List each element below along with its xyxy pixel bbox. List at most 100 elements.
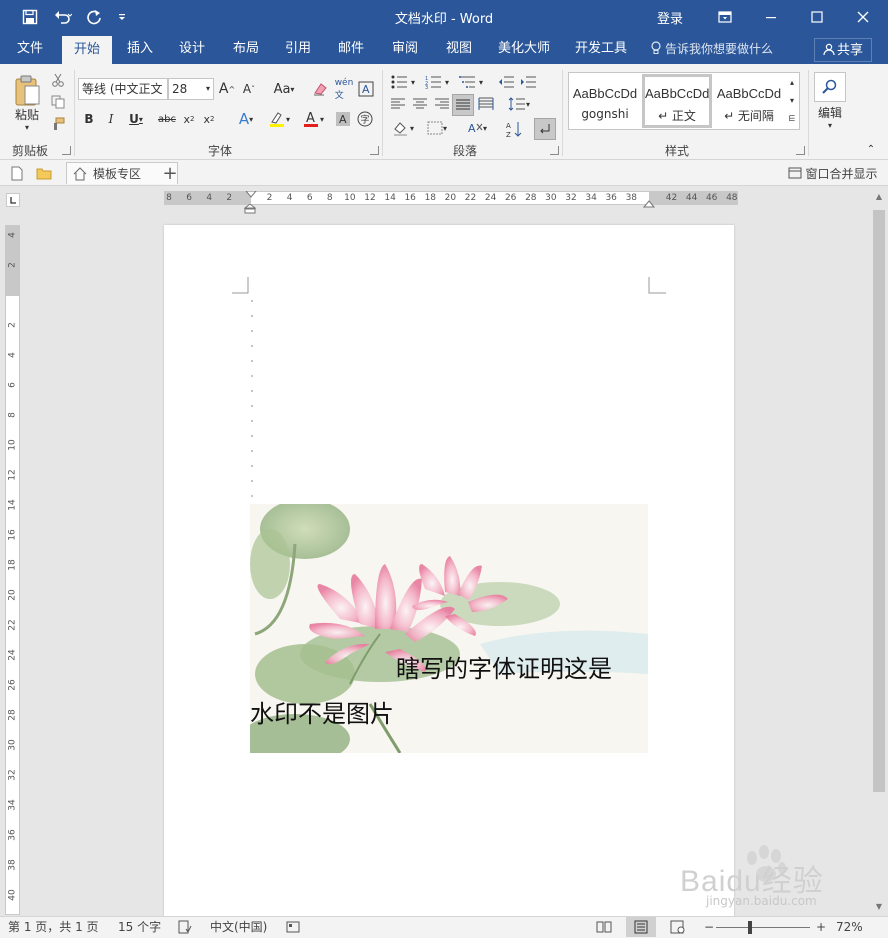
signin-link[interactable]: 登录 [650, 6, 690, 28]
enclose-characters-icon[interactable]: 字 [356, 108, 374, 130]
shrink-font-icon[interactable]: Aˇ [240, 78, 258, 100]
tab-file[interactable]: 文件 [8, 34, 52, 64]
document-text-line[interactable]: 水印不是图片 [250, 694, 394, 729]
sort-icon[interactable]: AZ [504, 118, 526, 140]
tab-home[interactable]: 开始 [62, 36, 112, 64]
font-dialog-launcher-icon[interactable] [370, 146, 379, 155]
increase-indent-icon[interactable] [518, 72, 538, 92]
add-tab-icon[interactable]: + [160, 162, 180, 184]
share-button[interactable]: 共享 [814, 38, 872, 62]
right-indent-marker[interactable] [642, 197, 656, 208]
document-page[interactable]: 瞎写的字体证明这是 水印不是图片 [164, 225, 734, 917]
page-count[interactable]: 第 1 页，共 1 页 [8, 917, 99, 937]
tab-developer[interactable]: 开发工具 [568, 34, 634, 64]
shading-icon[interactable]: ▾ [388, 118, 418, 138]
bold-button[interactable]: B [80, 108, 98, 130]
font-name-combo[interactable]: 等线 (中文正文 [78, 78, 168, 100]
align-center-icon[interactable] [410, 94, 430, 114]
first-line-indent-marker[interactable] [244, 188, 258, 198]
tell-me-box[interactable]: 告诉我你想要做什么 [650, 34, 773, 64]
text-effects-icon[interactable]: A ▾ [232, 108, 260, 130]
style-gognshi[interactable]: AaBbCcDd gognshi [570, 74, 640, 128]
paste-dropdown-icon[interactable]: ▾ [20, 122, 34, 132]
line-spacing-icon[interactable]: ▾ [504, 94, 534, 114]
tab-selector[interactable] [6, 193, 20, 207]
vertical-ruler[interactable]: 4 2 2 4 6 8 10 12 14 16 18 20 22 24 26 28 30 32 34 36 38 40 [5, 225, 20, 915]
underline-button[interactable]: U ▾ [124, 108, 148, 130]
grow-font-icon[interactable]: A ^ [218, 78, 236, 100]
tab-view[interactable]: 视图 [436, 34, 482, 64]
show-marks-icon[interactable] [534, 118, 556, 140]
open-folder-icon[interactable] [34, 164, 54, 182]
phonetic-guide-icon[interactable]: wén 文 [334, 78, 354, 101]
read-mode-icon[interactable] [596, 920, 612, 938]
tab-layout[interactable]: 布局 [222, 34, 270, 64]
macro-recording-icon[interactable] [286, 920, 300, 938]
paste-icon[interactable] [10, 72, 44, 110]
scroll-thumb[interactable] [873, 210, 885, 792]
font-color-icon[interactable]: A ▾ [298, 108, 328, 130]
cut-icon[interactable] [50, 72, 66, 88]
distributed-icon[interactable] [476, 94, 496, 114]
font-size-combo[interactable]: 28 ▾ [168, 78, 214, 100]
tab-references[interactable]: 引用 [276, 34, 320, 64]
left-indent-marker[interactable] [243, 203, 257, 214]
new-document-icon[interactable] [8, 164, 26, 182]
superscript-button[interactable]: x2 [200, 108, 218, 130]
character-shading-icon[interactable]: A [334, 108, 352, 130]
styles-dialog-launcher-icon[interactable] [796, 146, 805, 155]
align-left-icon[interactable] [388, 94, 408, 114]
paste-button[interactable]: 粘贴 [10, 106, 44, 122]
clipboard-dialog-launcher-icon[interactable] [62, 146, 71, 155]
styles-scroll-down-icon[interactable]: ▾ [786, 92, 798, 108]
style-normal[interactable]: AaBbCcDd ↵ 正文 [642, 74, 712, 128]
ribbon-display-options-icon[interactable] [702, 0, 748, 34]
language-indicator[interactable]: 中文(中国) [210, 917, 267, 937]
document-text-line[interactable]: 瞎写的字体证明这是 [396, 649, 612, 684]
strikethrough-button[interactable]: abc [156, 108, 178, 130]
style-no-spacing[interactable]: AaBbCcDd ↵ 无间隔 [714, 74, 784, 128]
maximize-icon[interactable] [794, 0, 840, 34]
subscript-button[interactable]: x2 [180, 108, 198, 130]
numbering-icon[interactable]: 1 2 3 ▾ [422, 72, 452, 92]
find-icon[interactable] [814, 72, 846, 102]
styles-scroll-up-icon[interactable]: ▴ [786, 74, 798, 90]
tab-mailings[interactable]: 邮件 [328, 34, 374, 64]
zoom-out-button[interactable]: − [704, 917, 714, 937]
tab-review[interactable]: 审阅 [382, 34, 428, 64]
editing-button[interactable]: 编辑 [814, 104, 846, 120]
minimize-icon[interactable] [748, 0, 794, 34]
collapse-ribbon-icon[interactable]: ⌃ [864, 142, 878, 156]
change-case-button[interactable]: Aa ▾ [268, 78, 300, 100]
merge-windows-button[interactable]: 窗口合并显示 [784, 164, 882, 182]
align-right-icon[interactable] [432, 94, 452, 114]
web-layout-icon[interactable] [670, 920, 686, 938]
highlight-color-icon[interactable]: ▾ [264, 108, 294, 130]
tab-design[interactable]: 设计 [170, 34, 214, 64]
multilevel-list-icon[interactable]: ▾ [456, 72, 486, 92]
zoom-in-button[interactable]: + [816, 917, 826, 937]
format-painter-icon[interactable] [50, 116, 66, 132]
clear-formatting-icon[interactable] [310, 78, 330, 100]
styles-more-icon[interactable]: ⋿ [786, 110, 798, 126]
paragraph-dialog-launcher-icon[interactable] [550, 146, 559, 155]
vertical-scrollbar[interactable]: ▲ ▼ [871, 190, 887, 916]
tab-beautify[interactable]: 美化大师 [490, 34, 558, 64]
justify-icon[interactable] [452, 94, 474, 116]
zoom-slider[interactable] [716, 927, 810, 928]
borders-icon[interactable]: ▾ [422, 118, 452, 138]
chinese-layout-icon[interactable]: A ▾ [462, 118, 492, 138]
scroll-up-icon[interactable]: ▲ [874, 192, 884, 202]
italic-button[interactable]: I [102, 108, 120, 130]
bullets-icon[interactable]: ▾ [388, 72, 418, 92]
word-count[interactable]: 15 个字 [118, 917, 161, 937]
editing-dropdown-icon[interactable]: ▾ [824, 120, 836, 130]
print-layout-icon[interactable] [626, 917, 656, 937]
tab-insert[interactable]: 插入 [118, 34, 162, 64]
zoom-level[interactable]: 72% [836, 917, 863, 937]
decrease-indent-icon[interactable] [496, 72, 516, 92]
copy-icon[interactable] [50, 94, 66, 110]
character-border-icon[interactable]: A [356, 78, 376, 100]
proofing-icon[interactable] [178, 920, 192, 938]
close-icon[interactable] [840, 0, 886, 34]
